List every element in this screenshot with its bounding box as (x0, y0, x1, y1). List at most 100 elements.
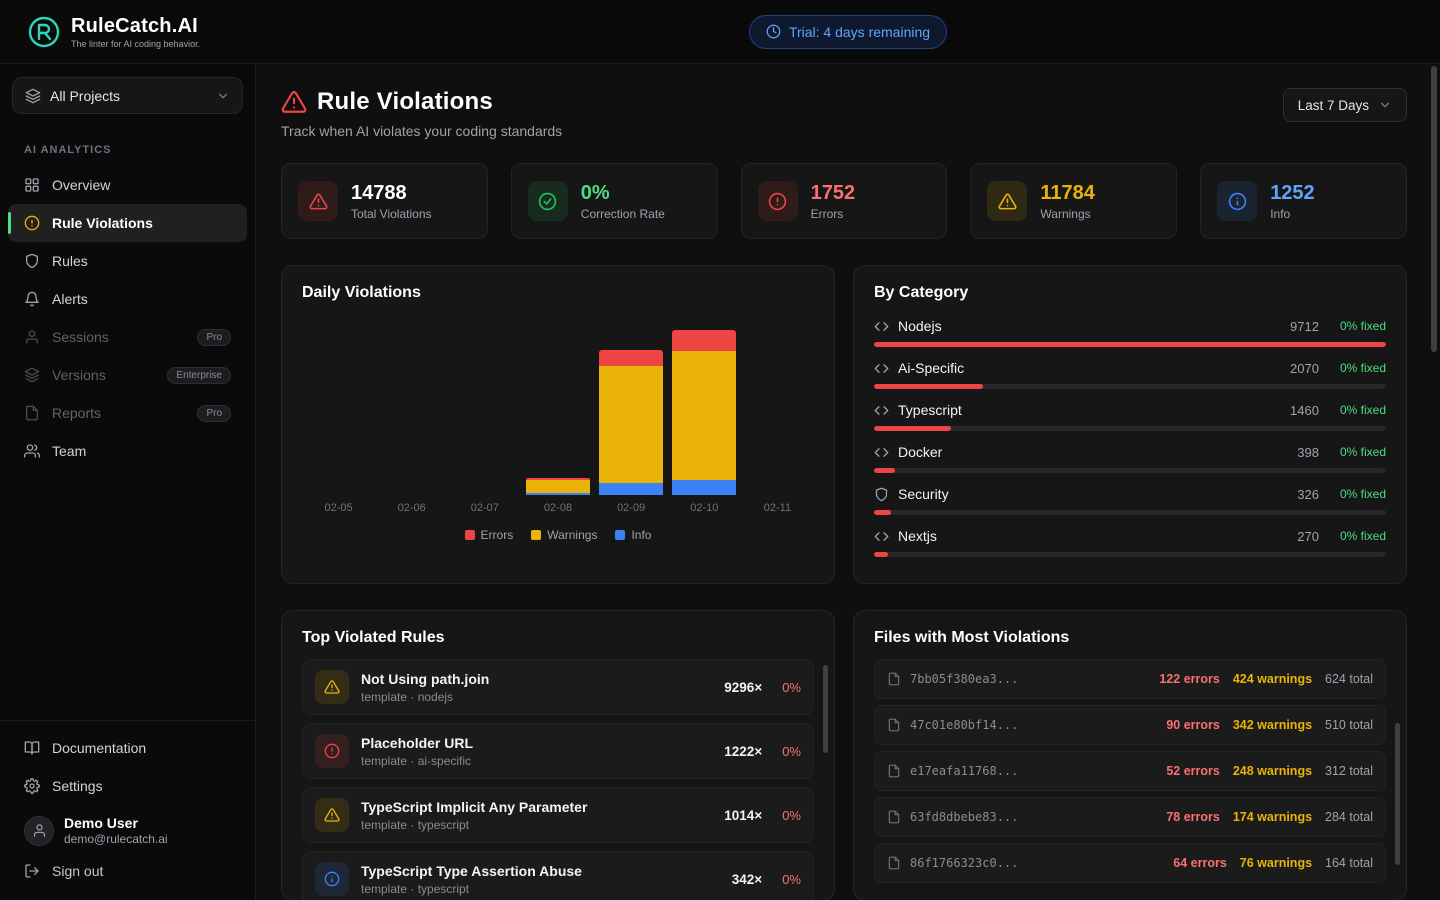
sidebar-nav: Overview Rule Violations Rules Alerts (0, 166, 255, 470)
sidebar-item-rule-violations[interactable]: Rule Violations (8, 204, 247, 242)
file-row[interactable]: 47c01e80bf14... 90 errors 342 warnings 5… (874, 705, 1386, 745)
layers-icon (25, 88, 41, 104)
rule-row-ts-type-assertion[interactable]: TypeScript Type Assertion Abuse template… (302, 851, 814, 900)
sidebar-item-sessions[interactable]: Sessions Pro (8, 318, 247, 356)
sidebar-footer: Documentation Settings Demo User demo@ru… (0, 720, 255, 890)
sidebar-item-versions[interactable]: Versions Enterprise (8, 356, 247, 394)
stat-value: 1752 (811, 182, 856, 205)
sidebar-item-label: Rules (52, 253, 88, 269)
chart-column: 02-11 (741, 318, 814, 514)
sidebar-item-documentation[interactable]: Documentation (8, 729, 247, 767)
stat-correction-rate: 0% Correction Rate (511, 163, 718, 239)
file-row[interactable]: e17eafa11768... 52 errors 248 warnings 3… (874, 751, 1386, 791)
code-icon (874, 529, 889, 544)
legend-info: Info (615, 528, 651, 542)
file-icon (887, 718, 901, 732)
rulecatch-logo-icon (26, 14, 62, 50)
header-left: Rule Violations Track when AI violates y… (281, 88, 562, 139)
category-list: Nodejs 9712 0% fixed Ai-Specific 2070 (874, 318, 1386, 557)
legend-label: Errors (481, 528, 514, 542)
rule-meta: template · typescript (361, 818, 587, 832)
sidebar-item-alerts[interactable]: Alerts (8, 280, 247, 318)
stat-warnings: 11784 Warnings (970, 163, 1177, 239)
rule-name: Placeholder URL (361, 735, 473, 751)
chart-bar-stack (672, 330, 736, 495)
chart-segment-warnings (672, 351, 736, 481)
file-row[interactable]: 86f1766323c0... 64 errors 76 warnings 16… (874, 843, 1386, 883)
category-row-nodejs: Nodejs 9712 0% fixed (874, 318, 1386, 347)
sidebar-item-reports[interactable]: Reports Pro (8, 394, 247, 432)
category-progress-fill (874, 510, 891, 515)
file-name: 47c01e80bf14... (910, 718, 1018, 732)
rule-name: TypeScript Type Assertion Abuse (361, 863, 582, 879)
alert-circle-icon (758, 181, 798, 221)
user-email: demo@rulecatch.ai (64, 832, 168, 846)
book-icon (24, 740, 40, 756)
alert-triangle-icon (987, 181, 1027, 221)
chart-segment-info (672, 480, 736, 495)
file-total: 312 total (1325, 764, 1373, 778)
stat-total-violations: 14788 Total Violations (281, 163, 488, 239)
legend-errors: Errors (465, 528, 514, 542)
user-name: Demo User (64, 815, 168, 831)
daily-violations-chart: 02-0502-0602-0702-0802-0902-1002-11 (302, 318, 814, 514)
rule-count: 1014× (724, 808, 762, 823)
sidebar-item-rules[interactable]: Rules (8, 242, 247, 280)
date-range-selector[interactable]: Last 7 Days (1283, 88, 1407, 122)
main-content: Rule Violations Track when AI violates y… (256, 64, 1440, 900)
clock-icon (766, 24, 781, 39)
rule-row-ts-implicit-any[interactable]: TypeScript Implicit Any Parameter templa… (302, 787, 814, 843)
category-progress-fill (874, 342, 1386, 347)
project-selector[interactable]: All Projects (12, 77, 243, 114)
rule-row-placeholder-url[interactable]: Placeholder URL template · ai-specific 1… (302, 723, 814, 779)
category-count: 1460 (1290, 403, 1319, 418)
main-scrollbar[interactable] (1431, 66, 1437, 352)
chevron-down-icon (216, 89, 230, 103)
sidebar-item-label: Rule Violations (52, 215, 153, 231)
file-errors: 64 errors (1173, 856, 1227, 870)
rule-name: TypeScript Implicit Any Parameter (361, 799, 587, 815)
code-icon (874, 319, 889, 334)
file-warnings: 342 warnings (1233, 718, 1312, 732)
sidebar-item-settings[interactable]: Settings (8, 767, 247, 805)
avatar (24, 816, 54, 846)
chart-segment-info (599, 483, 663, 495)
sidebar-item-team[interactable]: Team (8, 432, 247, 470)
logo: RuleCatch.AI The linter for AI coding be… (26, 14, 200, 50)
sidebar-item-label: Sessions (52, 329, 109, 345)
sign-out-label: Sign out (52, 863, 103, 879)
file-list: 7bb05f380ea3... 122 errors 424 warnings … (874, 659, 1386, 883)
brand-name: RuleCatch.AI (71, 15, 200, 38)
rules-scrollbar[interactable] (823, 665, 828, 753)
gear-icon (24, 778, 40, 794)
sign-out-button[interactable]: Sign out (8, 852, 247, 890)
file-name: e17eafa11768... (910, 764, 1018, 778)
alert-circle-icon (24, 215, 40, 231)
page-subtitle: Track when AI violates your coding stand… (281, 123, 562, 139)
file-total: 284 total (1325, 810, 1373, 824)
file-total: 164 total (1325, 856, 1373, 870)
sidebar-item-overview[interactable]: Overview (8, 166, 247, 204)
sidebar-item-label: Alerts (52, 291, 88, 307)
stat-errors: 1752 Errors (741, 163, 948, 239)
chart-column: 02-10 (668, 318, 741, 514)
file-row[interactable]: 63fd8dbebe83... 78 errors 174 warnings 2… (874, 797, 1386, 837)
chart-x-label: 02-10 (690, 502, 718, 514)
by-category-panel: By Category Nodejs 9712 0% fixed (853, 265, 1407, 584)
rule-row-not-using-path-join[interactable]: Not Using path.join template · nodejs 92… (302, 659, 814, 715)
chart-column: 02-05 (302, 318, 375, 514)
panel-title: Files with Most Violations (874, 629, 1386, 647)
legend-swatch (465, 530, 475, 540)
category-progress-track (874, 510, 1386, 515)
category-count: 9712 (1290, 319, 1319, 334)
panel-title: By Category (874, 284, 1386, 302)
file-row[interactable]: 7bb05f380ea3... 122 errors 424 warnings … (874, 659, 1386, 699)
file-total: 510 total (1325, 718, 1373, 732)
files-scrollbar[interactable] (1395, 723, 1400, 865)
category-fixed: 0% fixed (1340, 403, 1386, 417)
file-warnings: 424 warnings (1233, 672, 1312, 686)
file-icon (887, 764, 901, 778)
page-header: Rule Violations Track when AI violates y… (281, 88, 1407, 139)
trial-badge[interactable]: Trial: 4 days remaining (749, 15, 947, 49)
user-profile[interactable]: Demo User demo@rulecatch.ai (8, 805, 247, 852)
